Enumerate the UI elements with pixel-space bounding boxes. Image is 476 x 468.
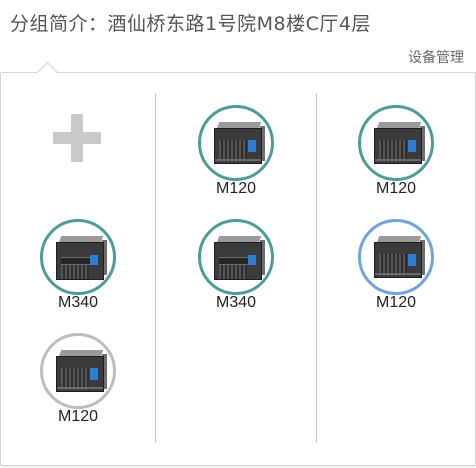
device-ring	[40, 219, 116, 295]
device-ring	[198, 105, 274, 181]
device-label: M340	[215, 294, 257, 311]
server-m120-icon	[374, 236, 425, 280]
device-label: M120	[375, 180, 417, 197]
device-item[interactable]: M120	[38, 333, 118, 433]
device-item[interactable]: M120	[356, 219, 436, 319]
device-ring	[358, 105, 434, 181]
server-m340-icon	[56, 236, 107, 280]
server-m340-icon	[214, 236, 265, 280]
device-item[interactable]: M340	[38, 219, 118, 319]
device-label: M120	[215, 180, 257, 197]
group-description: 分组简介：酒仙桥东路1号院M8楼C厅4层	[10, 13, 371, 35]
server-m120-icon	[214, 122, 265, 166]
device-item[interactable]: M120	[356, 105, 436, 205]
device-label: M340	[57, 294, 99, 311]
device-item[interactable]: M120	[196, 105, 276, 205]
column-divider	[155, 93, 156, 443]
server-m120-icon	[374, 122, 425, 166]
server-m120-icon	[56, 350, 107, 394]
column-divider	[316, 93, 317, 443]
device-label: M120	[57, 408, 99, 425]
device-management-button[interactable]: 设备管理	[408, 47, 464, 67]
device-ring	[40, 333, 116, 409]
device-label: M120	[375, 294, 417, 311]
device-ring	[358, 219, 434, 295]
device-ring	[198, 219, 274, 295]
device-item[interactable]: M340	[196, 219, 276, 319]
add-device-button[interactable]	[53, 114, 101, 162]
